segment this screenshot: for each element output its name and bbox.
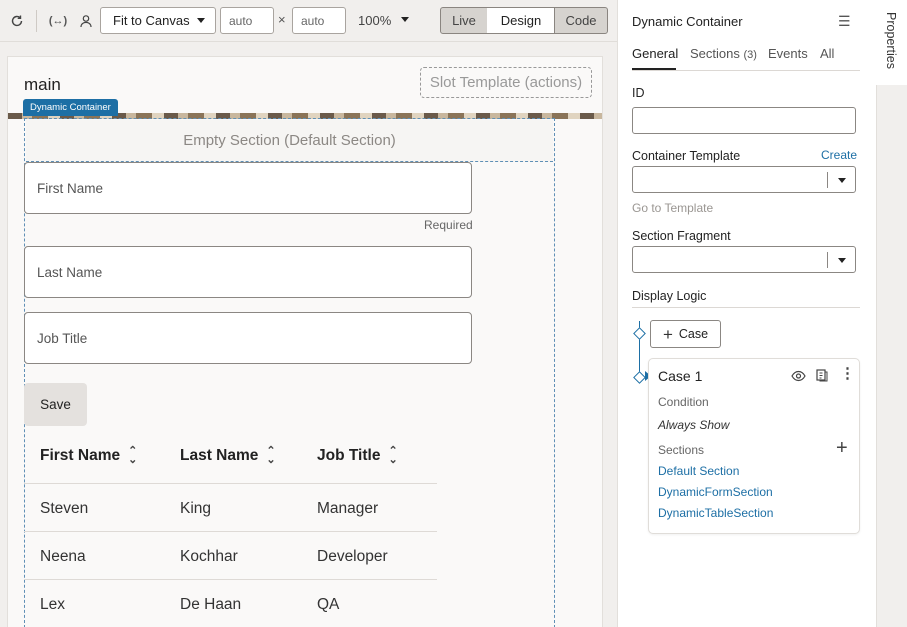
active-tab-indicator	[632, 68, 676, 70]
refresh-icon[interactable]	[7, 11, 27, 31]
table-cell: King	[180, 500, 212, 517]
more-options-icon[interactable]: ⋮	[840, 366, 855, 381]
table-cell: Kochhar	[180, 548, 238, 565]
table-divider	[24, 579, 437, 580]
table-cell: Neena	[40, 548, 86, 565]
add-case-label: Case	[678, 327, 709, 341]
properties-tab-label: Properties	[884, 12, 898, 69]
table-cell: Developer	[317, 548, 388, 565]
container-template-select[interactable]	[632, 166, 856, 193]
condition-value: Always Show	[658, 418, 730, 432]
page-title: main	[24, 75, 61, 94]
chevron-down-icon	[838, 258, 846, 263]
table-cell: Steven	[40, 500, 89, 517]
times-label: ×	[278, 12, 286, 27]
column-header-first-name[interactable]: First Name ⌃ ⌄	[40, 446, 137, 466]
table-cell: De Haan	[180, 596, 242, 613]
section-link-form[interactable]: DynamicFormSection	[658, 485, 773, 499]
section-fragment-select[interactable]	[632, 246, 856, 273]
sort-icon[interactable]: ⌃ ⌄	[266, 446, 275, 466]
zoom-select[interactable]: 100%	[358, 13, 409, 28]
variables-icon[interactable]: (↔)	[48, 11, 68, 31]
user-icon[interactable]	[76, 11, 96, 31]
select-divider	[827, 252, 828, 268]
column-header-job-title[interactable]: Job Title ⌃ ⌄	[317, 446, 398, 466]
column-header-label: First Name	[40, 447, 121, 464]
display-logic-label: Display Logic	[632, 289, 707, 303]
id-input[interactable]	[632, 107, 856, 134]
tab-count: (3)	[743, 49, 757, 61]
container-template-label: Container Template	[632, 149, 741, 163]
table-cell: QA	[317, 596, 340, 613]
chevron-down-icon	[401, 17, 409, 22]
mode-design-button[interactable]: Design	[487, 7, 555, 34]
add-section-icon[interactable]: +	[836, 438, 848, 458]
tab-general[interactable]: General	[632, 46, 678, 61]
height-input[interactable]: auto	[292, 7, 346, 34]
panel-title: Dynamic Container	[632, 14, 743, 29]
sections-label: Sections	[658, 443, 705, 457]
display-logic-divider	[632, 307, 860, 308]
mode-code-button[interactable]: Code	[554, 7, 608, 34]
fit-select[interactable]: Fit to Canvas	[100, 7, 216, 34]
chevron-down-icon	[197, 18, 205, 23]
empty-default-section[interactable]: Empty Section (Default Section)	[26, 120, 553, 162]
select-divider	[827, 172, 828, 188]
go-to-template-link: Go to Template	[632, 201, 714, 215]
table-cell: Manager	[317, 500, 379, 517]
tab-sections[interactable]: Sections (3)	[690, 46, 757, 61]
tab-label: Sections	[690, 46, 740, 61]
column-header-last-name[interactable]: Last Name ⌃ ⌄	[180, 446, 276, 466]
tab-events[interactable]: Events	[768, 46, 808, 61]
case-title: Case 1	[658, 368, 703, 384]
job-title-field[interactable]: Job Title	[24, 312, 472, 364]
side-tab-strip	[876, 0, 907, 627]
save-button[interactable]: Save	[24, 383, 87, 426]
tab-divider	[632, 70, 860, 71]
last-name-field[interactable]: Last Name	[24, 246, 472, 298]
toolbar-divider	[36, 10, 37, 32]
fit-select-value: Fit to Canvas	[113, 13, 190, 28]
sort-icon[interactable]: ⌃ ⌄	[388, 446, 397, 466]
table-cell: Lex	[40, 596, 65, 613]
table-divider	[24, 483, 437, 484]
plus-icon: +	[662, 324, 673, 344]
eye-icon[interactable]	[791, 370, 806, 385]
zoom-value: 100%	[358, 13, 392, 28]
design-canvas: main Slot Template (actions) Dynamic Con…	[7, 56, 603, 627]
table-divider	[24, 531, 437, 532]
condition-label: Condition	[658, 395, 709, 409]
create-link[interactable]: Create	[821, 148, 857, 162]
dynamic-container-badge[interactable]: Dynamic Container	[23, 99, 118, 116]
chevron-down-icon	[838, 178, 846, 183]
slot-template-actions[interactable]: Slot Template (actions)	[420, 67, 592, 98]
id-label: ID	[632, 86, 645, 100]
copy-icon[interactable]	[816, 369, 828, 385]
tab-all[interactable]: All	[820, 46, 834, 61]
menu-icon[interactable]: ☰	[838, 13, 851, 30]
section-fragment-label: Section Fragment	[632, 229, 731, 243]
add-case-button[interactable]: + Case	[650, 320, 721, 348]
mode-live-button[interactable]: Live	[440, 7, 488, 34]
width-input[interactable]: auto	[220, 7, 274, 34]
section-link-default[interactable]: Default Section	[658, 464, 739, 478]
required-hint: Required	[424, 218, 473, 232]
first-name-field[interactable]: First Name	[24, 162, 472, 214]
section-link-table[interactable]: DynamicTableSection	[658, 506, 773, 520]
toolbar: (↔) Fit to Canvas auto × auto 100% Live …	[0, 0, 617, 42]
sort-icon[interactable]: ⌃ ⌄	[128, 446, 137, 466]
column-header-label: Job Title	[317, 447, 381, 464]
column-header-label: Last Name	[180, 447, 259, 464]
